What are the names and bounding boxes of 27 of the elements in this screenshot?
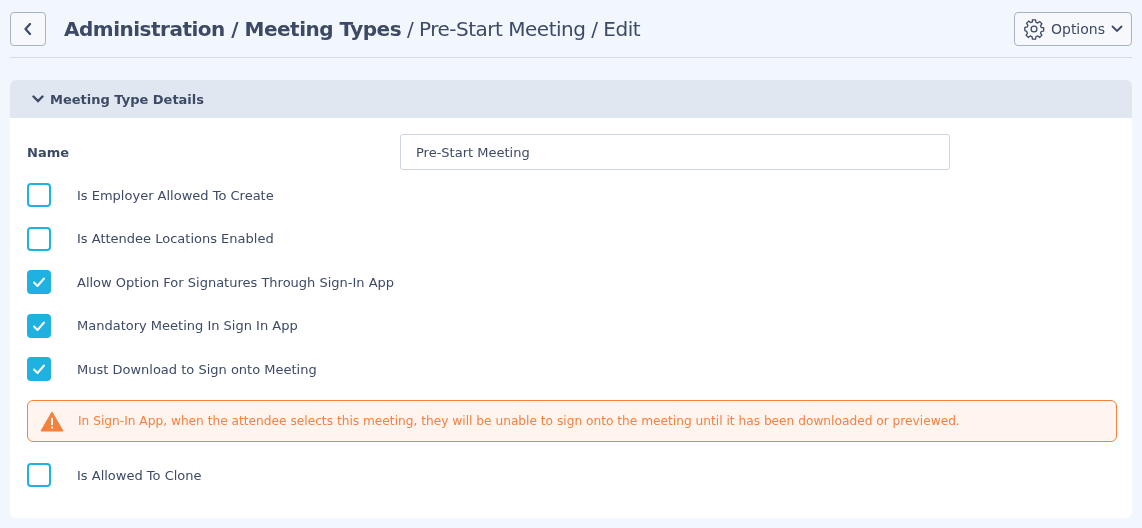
checkbox[interactable] [27, 270, 51, 294]
chevron-left-icon [24, 22, 32, 35]
checkbox[interactable] [27, 313, 51, 338]
checkbox-label: Is Allowed To Clone [77, 467, 202, 483]
checkbox[interactable] [27, 226, 51, 251]
back-button[interactable] [10, 11, 46, 46]
options-button[interactable]: Options [1013, 11, 1132, 46]
section-header[interactable]: Meeting Type Details [10, 80, 1132, 118]
field-label: Name [27, 144, 70, 160]
checkbox-label: Is Attendee Locations Enabled [77, 231, 274, 246]
checkbox[interactable] [27, 463, 51, 487]
checkbox-label: Allow Option For Signatures Through Sign-In App [77, 274, 395, 290]
settings-icon [1022, 17, 1045, 40]
warning-icon [40, 410, 64, 432]
warning-text: In Sign-In App, when the attendee selects this meeting, they will be unable to sign onto the meeting until it has been downloaded or previewed. [78, 414, 960, 428]
chevron-down-icon [32, 95, 44, 103]
checkbox-label: Must Download to Sign onto Meeting [77, 361, 317, 377]
page-title: Administration / Meeting Types / Pre-Start Meeting / Edit [64, 16, 642, 41]
name-input[interactable]: Pre-Start Meeting [400, 134, 950, 170]
check-icon [32, 363, 46, 375]
check-icon [32, 319, 46, 332]
check-icon [32, 276, 46, 288]
checkbox-label: Is Employer Allowed To Create [77, 187, 274, 203]
checkbox[interactable] [27, 183, 51, 207]
checkbox[interactable] [27, 357, 51, 381]
chevron-down-icon [1111, 24, 1123, 33]
checkbox-label: Mandatory Meeting In Sign In App [77, 318, 298, 333]
